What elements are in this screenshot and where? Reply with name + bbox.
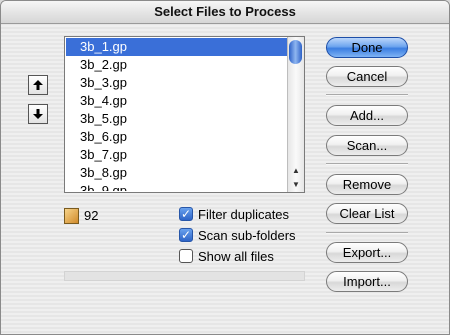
scan-button[interactable]: Scan...: [326, 135, 408, 156]
remove-button[interactable]: Remove: [326, 174, 408, 195]
move-up-button[interactable]: [28, 75, 48, 95]
file-count-icon: [64, 208, 79, 224]
checkmark-icon[interactable]: ✓: [179, 207, 193, 221]
filter-duplicates-label: Filter duplicates: [198, 206, 290, 222]
export-button[interactable]: Export...: [326, 242, 408, 263]
window-title: Select Files to Process: [1, 1, 449, 24]
checkbox-empty-icon[interactable]: [179, 249, 193, 263]
clear-list-button[interactable]: Clear List: [326, 203, 408, 224]
file-count: 92: [84, 208, 99, 223]
select-files-dialog: Select Files to Process 3b_1.gp 3b_2.gp 3b…: [0, 0, 450, 335]
show-all-files-checkbox[interactable]: Show all files: [179, 248, 274, 264]
list-item[interactable]: 3b_2.gp: [66, 56, 288, 74]
add-button[interactable]: Add...: [326, 105, 408, 126]
scan-subfolders-label: Scan sub-folders: [198, 227, 296, 243]
list-item[interactable]: 3b_6.gp: [66, 128, 288, 146]
arrow-down-icon: [33, 109, 43, 119]
list-item[interactable]: 3b_1.gp: [66, 38, 288, 56]
list-item[interactable]: 3b_7.gp: [66, 146, 288, 164]
list-item[interactable]: 3b_3.gp: [66, 74, 288, 92]
separator: [326, 232, 408, 234]
file-list-scrollbar[interactable]: ▲ ▼: [287, 37, 304, 192]
list-item[interactable]: 3b_9.gp: [66, 182, 288, 191]
scroll-down-arrow-icon[interactable]: ▼: [288, 177, 304, 191]
cancel-button[interactable]: Cancel: [326, 66, 408, 87]
filter-duplicates-checkbox[interactable]: ✓ Filter duplicates: [179, 206, 289, 222]
list-item[interactable]: 3b_4.gp: [66, 92, 288, 110]
file-list-items: 3b_1.gp 3b_2.gp 3b_3.gp 3b_4.gp 3b_5.gp 3b_6.…: [66, 38, 288, 191]
progress-track: [64, 271, 305, 281]
scan-subfolders-checkbox[interactable]: ✓ Scan sub-folders: [179, 227, 296, 243]
done-button[interactable]: Done: [326, 37, 408, 58]
scroll-up-arrow-icon[interactable]: ▲: [288, 163, 304, 177]
file-list[interactable]: 3b_1.gp 3b_2.gp 3b_3.gp 3b_4.gp 3b_5.gp 3b_6.…: [64, 36, 305, 193]
separator: [326, 94, 408, 96]
checkmark-icon[interactable]: ✓: [179, 228, 193, 242]
arrow-up-icon: [33, 80, 43, 90]
show-all-files-label: Show all files: [198, 248, 274, 264]
list-item[interactable]: 3b_5.gp: [66, 110, 288, 128]
move-down-button[interactable]: [28, 104, 48, 124]
import-button[interactable]: Import...: [326, 271, 408, 292]
list-item[interactable]: 3b_8.gp: [66, 164, 288, 182]
scrollbar-thumb[interactable]: [289, 40, 302, 64]
separator: [326, 163, 408, 165]
